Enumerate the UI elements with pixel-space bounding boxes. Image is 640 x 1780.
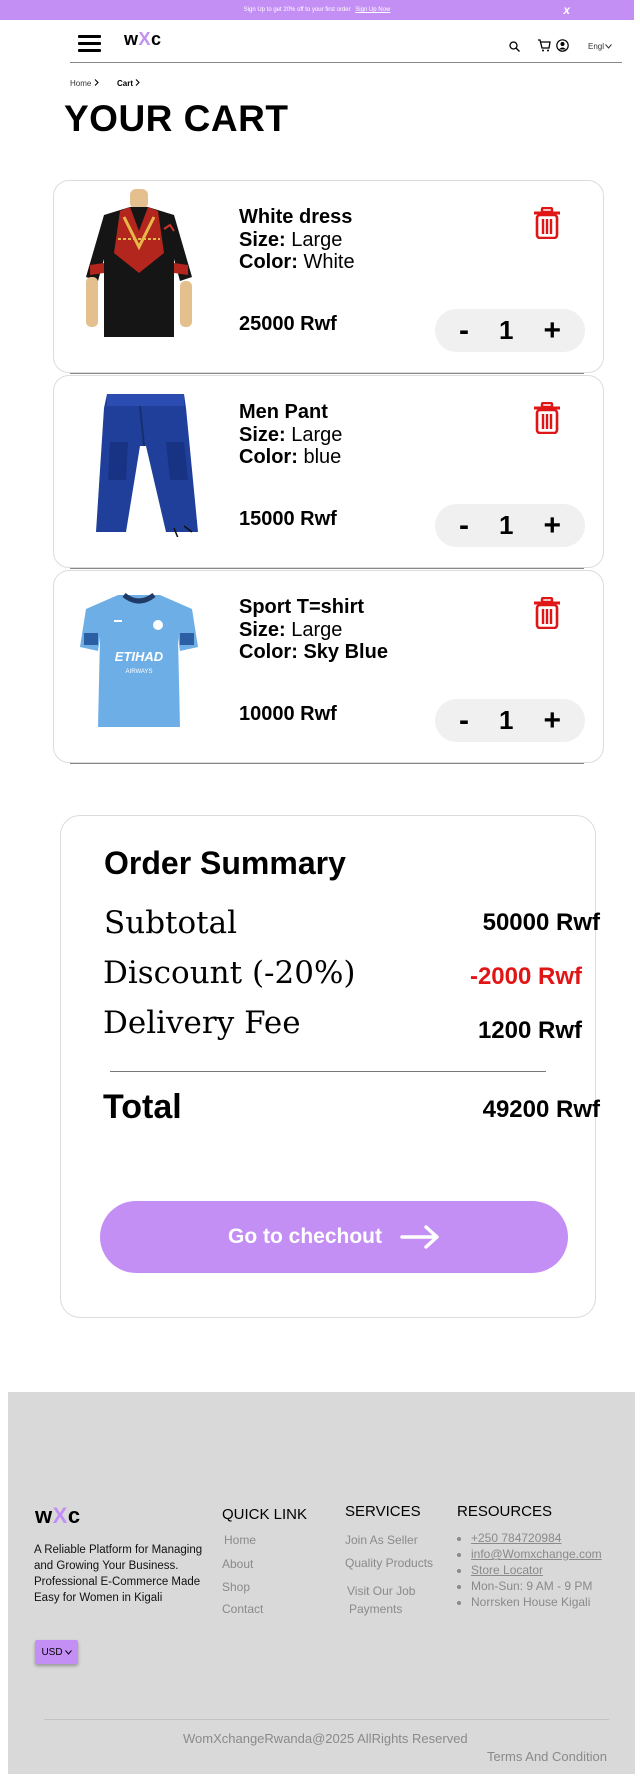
chevron-right-icon [135,79,141,86]
footer-logo[interactable]: wXc [35,1503,81,1529]
discount-value: -2000 Rwf [469,963,582,990]
search-icon[interactable] [508,40,520,52]
banner-close-button[interactable]: x [563,0,570,20]
quantity-stepper: - 1 + [435,504,585,547]
subtotal-label: Subtotal [104,905,238,941]
item-name: Sport T=shirt [239,596,365,618]
decrease-button[interactable]: - [459,510,469,541]
increase-button[interactable]: + [543,705,561,736]
footer-link-payments[interactable]: Payments [349,1602,402,1616]
phone-link[interactable]: +250 784720984 [471,1530,602,1546]
language-select[interactable]: Engl [588,42,612,51]
item-color: Color: blue [239,446,342,468]
quantity-value: 1 [499,705,514,735]
header-divider [70,62,622,63]
chevron-right-icon [94,79,99,86]
email-link[interactable]: info@Womxchange.com [471,1546,602,1562]
quick-link-heading: QUICK LINK [222,1506,308,1523]
copyright: WomXchangeRwanda@2025 AllRights Reserved [183,1731,468,1746]
cart-item: White dress Size: Large Color: White 250… [53,180,604,373]
item-color: Color: White [239,251,355,273]
cart-icon[interactable] [537,39,551,52]
item-size: Size: Large [239,619,343,641]
item-name: Men Pant [239,401,328,423]
decrease-button[interactable]: - [459,315,469,346]
footer-link-contact[interactable]: Contact [222,1602,263,1616]
page-title: YOUR CART [64,98,289,139]
item-size: Size: Large [239,229,343,251]
quantity-value: 1 [499,315,514,345]
item-name: White dress [239,206,353,228]
chevron-down-icon [64,1649,72,1655]
product-image-pant [96,394,198,537]
opening-hours: Mon-Sun: 9 AM - 9 PM [471,1578,602,1594]
svg-text:AIRWAYS: AIRWAYS [126,669,153,675]
footer-description: A Reliable Platform for Managing and Gro… [34,1544,203,1604]
delivery-label: Delivery Fee [103,1005,301,1041]
promo-banner: Sign Up to get 20% off to your first ord… [0,0,634,20]
checkout-button[interactable]: Go to chechout [100,1201,568,1273]
breadcrumb-cart: Cart [117,79,141,88]
item-price: 25000 Rwf [239,313,337,335]
footer-link-about[interactable]: About [222,1557,253,1571]
item-color: Color: Sky Blue [239,641,388,663]
services-heading: SERVICES [345,1503,421,1520]
item-divider [70,373,584,374]
footer-link-join-seller[interactable]: Join As Seller [345,1533,418,1547]
decrease-button[interactable]: - [459,705,469,736]
svg-text:ETIHAD: ETIHAD [115,649,164,664]
footer-link-quality[interactable]: Quality Products [345,1556,433,1570]
total-value: 49200 Rwf [482,1096,600,1123]
item-price: 10000 Rwf [239,703,337,725]
increase-button[interactable]: + [543,510,561,541]
item-divider [70,568,584,569]
total-label: Total [103,1088,182,1126]
signup-link[interactable]: Sign Up Now [355,7,390,13]
arrow-right-icon [400,1225,439,1249]
site-logo[interactable]: wXc [124,29,162,50]
cart-item: ETIHAD AIRWAYS Sport T=shirt Size: Large… [53,570,604,763]
chevron-down-icon [605,44,612,49]
cart-item: Men Pant Size: Large Color: blue 15000 R… [53,375,604,568]
summary-divider [110,1071,546,1072]
footer-link-job[interactable]: Visit Our Job [347,1584,415,1598]
product-image-tshirt: ETIHAD AIRWAYS [80,592,198,727]
resources-list: +250 784720984 info@Womxchange.com Store… [457,1530,602,1610]
product-image-dress [86,189,192,337]
user-icon[interactable] [556,39,569,52]
increase-button[interactable]: + [543,315,561,346]
subtotal-value: 50000 Rwf [482,909,600,936]
trash-icon[interactable] [532,597,562,629]
delivery-value: 1200 Rwf [477,1017,582,1044]
item-divider [70,763,584,764]
quantity-stepper: - 1 + [435,699,585,742]
address: Norrsken House Kigali [471,1594,602,1610]
trash-icon[interactable] [532,402,562,434]
breadcrumb-home[interactable]: Home [70,79,99,88]
quantity-value: 1 [499,510,514,540]
promo-text: Sign Up to get 20% off to your first ord… [243,7,351,13]
footer-link-home[interactable]: Home [224,1533,256,1547]
footer-divider [44,1719,609,1720]
trash-icon[interactable] [532,207,562,239]
footer-link-shop[interactable]: Shop [222,1580,250,1594]
terms-link[interactable]: Terms And Condition [487,1749,607,1764]
order-summary-title: Order Summary [104,845,346,881]
item-price: 15000 Rwf [239,508,337,530]
item-size: Size: Large [239,424,343,446]
discount-label: Discount (-20%) [103,955,356,991]
checkout-label: Go to chechout [228,1225,382,1248]
resources-heading: RESOURCES [457,1503,553,1520]
menu-icon[interactable] [78,35,101,52]
currency-select[interactable]: USD [35,1640,78,1664]
store-locator-link[interactable]: Store Locator [471,1562,602,1578]
quantity-stepper: - 1 + [435,309,585,352]
